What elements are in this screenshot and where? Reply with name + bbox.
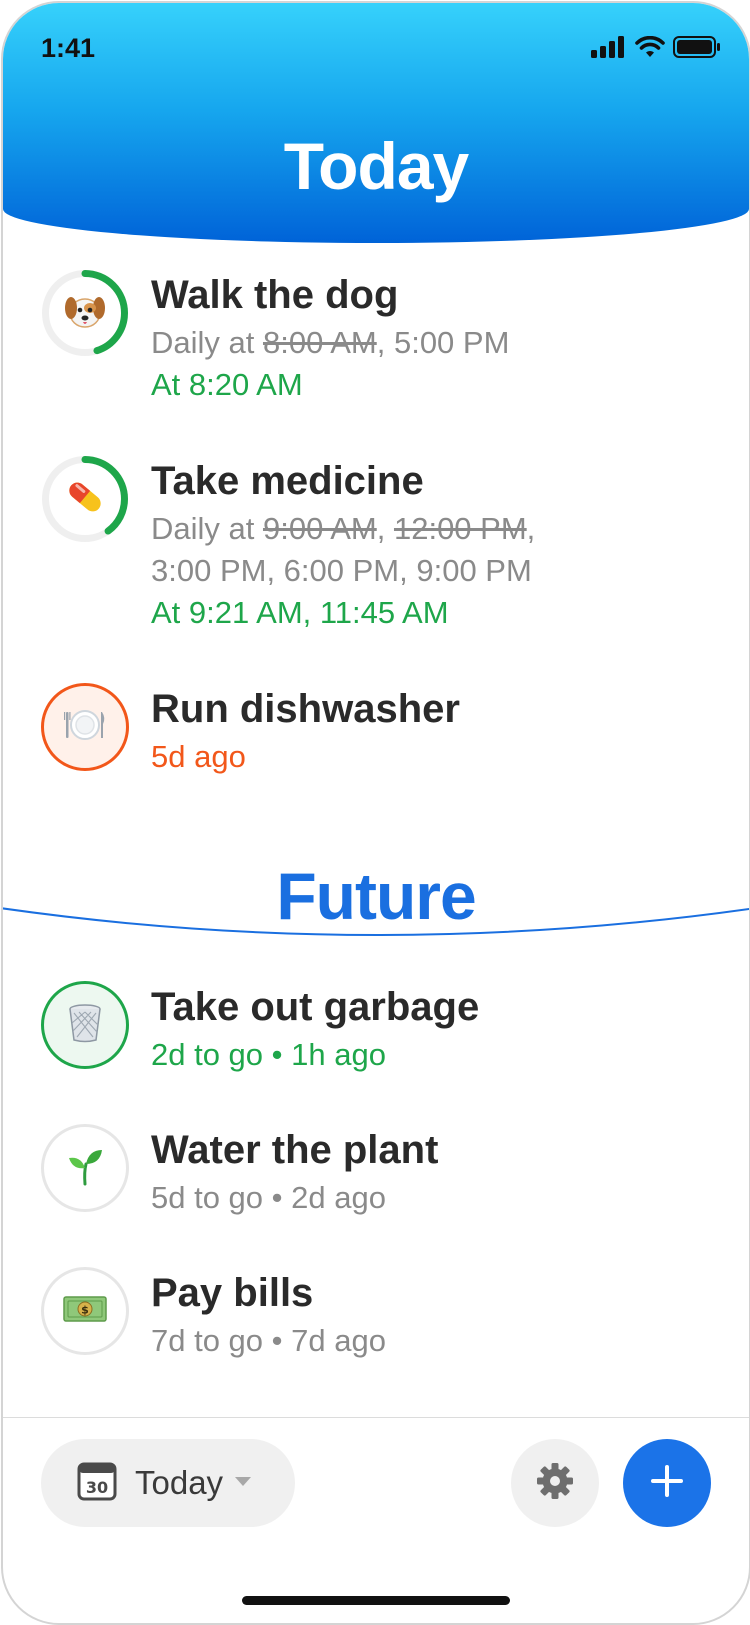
- chevron-down-icon: [235, 1474, 252, 1492]
- progress-ring[interactable]: [41, 455, 129, 543]
- calendar-day-text: 30: [86, 1478, 108, 1497]
- dollar-banknote-icon: $: [63, 1294, 107, 1329]
- item-status: At 8:20 AM: [151, 367, 303, 402]
- wastebasket-icon: [63, 1001, 107, 1050]
- item-title: Take medicine: [151, 459, 424, 503]
- schedule-separator: ,: [376, 511, 394, 546]
- item-status: At 9:21 AM, 11:45 AM: [151, 595, 449, 630]
- status-time: 1:41: [41, 33, 96, 63]
- item-status: 7d to go • 7d ago: [151, 1323, 386, 1358]
- add-task-button[interactable]: [623, 1439, 711, 1527]
- item-title: Walk the dog: [151, 273, 399, 317]
- due-ring[interactable]: $: [41, 1267, 129, 1355]
- settings-button[interactable]: [511, 1439, 599, 1527]
- item-schedule: Daily at 8:00 AM, 5:00 PM: [151, 325, 509, 361]
- item-title: Take out garbage: [151, 985, 480, 1029]
- seedling-icon: [65, 1146, 105, 1191]
- item-title: Run dishwasher: [151, 687, 460, 731]
- home-indicator[interactable]: [242, 1596, 510, 1605]
- plus-icon: [649, 1463, 685, 1504]
- section-divider: [3, 907, 749, 936]
- schedule-time: , 5:00 PM: [376, 325, 510, 360]
- toolbar-divider: [3, 1417, 749, 1418]
- overdue-ring[interactable]: [41, 683, 129, 771]
- page-title: Today: [283, 129, 469, 203]
- plate-with-cutlery-icon: [62, 702, 108, 753]
- item-status: 5d to go • 2d ago: [151, 1180, 386, 1215]
- schedule-time-done: 8:00 AM: [262, 325, 377, 360]
- calendar-icon: 30: [77, 1461, 117, 1506]
- schedule-prefix: Daily at: [151, 511, 263, 546]
- item-title: Water the plant: [151, 1128, 439, 1172]
- svg-text:$: $: [81, 1303, 89, 1316]
- due-ring[interactable]: [41, 1124, 129, 1212]
- battery-icon: [673, 36, 720, 58]
- schedule-prefix: Daily at: [151, 325, 263, 360]
- wifi-icon: [635, 36, 665, 57]
- schedule-time-done: 9:00 AM: [262, 511, 377, 546]
- item-status: 5d ago: [151, 739, 246, 774]
- schedule-separator: ,: [526, 511, 536, 546]
- item-title: Pay bills: [151, 1271, 314, 1315]
- pill-icon: [62, 474, 108, 525]
- due-ring[interactable]: [41, 981, 129, 1069]
- phone-frame: 1:41 Today Walk the dog Daily at 8:00 AM…: [1, 1, 750, 1625]
- item-schedule-continued: 3:00 PM, 6:00 PM, 9:00 PM: [151, 553, 532, 588]
- item-status: 2d to go • 1h ago: [151, 1037, 386, 1072]
- gear-icon: [536, 1462, 574, 1505]
- status-icons: [591, 36, 721, 58]
- progress-ring[interactable]: [41, 269, 129, 357]
- cellular-signal-icon: [591, 36, 624, 58]
- date-filter-label: Today: [135, 1464, 224, 1501]
- schedule-time-done: 12:00 PM: [393, 511, 527, 546]
- item-schedule: Daily at 9:00 AM, 12:00 PM,: [151, 511, 535, 547]
- dog-face-icon: [62, 288, 108, 339]
- date-filter-button[interactable]: 30 Today: [41, 1439, 295, 1527]
